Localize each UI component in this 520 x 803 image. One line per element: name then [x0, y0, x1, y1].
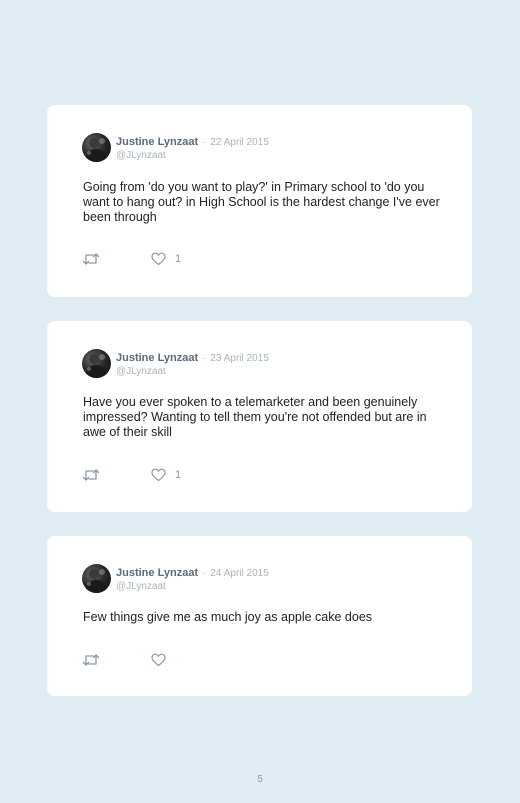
retweet-icon[interactable]	[82, 653, 100, 667]
tweet-header: Justine Lynzaat · 24 April 2015 @JLynzaa…	[116, 565, 269, 593]
like-count: 1	[175, 469, 182, 481]
tweet-card: Justine Lynzaat · 24 April 2015 @JLynzaa…	[47, 536, 472, 696]
like-count: 1	[175, 253, 182, 265]
page-number: 5	[257, 774, 263, 785]
heart-icon[interactable]	[151, 468, 166, 482]
heart-icon[interactable]	[151, 252, 166, 266]
heart-icon[interactable]	[151, 653, 166, 667]
author-handle[interactable]: @JLynzaat	[116, 365, 269, 378]
tweet-text: Few things give me as much joy as apple …	[83, 610, 373, 624]
retweet-icon[interactable]	[82, 468, 100, 482]
author-handle[interactable]: @JLynzaat	[116, 149, 269, 162]
meta-separator: ·	[202, 353, 206, 364]
tweet-text: Have you ever spoken to a telemarketer a…	[83, 395, 427, 439]
tweet-card: Justine Lynzaat · 23 April 2015 @JLynzaa…	[47, 321, 472, 512]
tweet-card: Justine Lynzaat · 22 April 2015 @JLynzaa…	[47, 105, 472, 297]
retweet-icon[interactable]	[82, 252, 100, 266]
avatar[interactable]	[82, 133, 111, 162]
tweet-date[interactable]: 22 April 2015	[210, 137, 268, 148]
meta-separator: ·	[202, 568, 206, 579]
tweet-text: Going from 'do you want to play?' in Pri…	[83, 180, 440, 224]
author-name[interactable]: Justine Lynzaat	[116, 136, 198, 148]
author-name[interactable]: Justine Lynzaat	[116, 567, 198, 579]
avatar[interactable]	[82, 349, 111, 378]
avatar[interactable]	[82, 564, 111, 593]
meta-separator: ·	[202, 137, 206, 148]
tweet-header: Justine Lynzaat · 23 April 2015 @JLynzaa…	[116, 350, 269, 378]
author-handle[interactable]: @JLynzaat	[116, 580, 269, 593]
tweet-header: Justine Lynzaat · 22 April 2015 @JLynzaa…	[116, 134, 269, 162]
tweet-date[interactable]: 24 April 2015	[210, 568, 268, 579]
author-name[interactable]: Justine Lynzaat	[116, 352, 198, 364]
tweet-date[interactable]: 23 April 2015	[210, 353, 268, 364]
